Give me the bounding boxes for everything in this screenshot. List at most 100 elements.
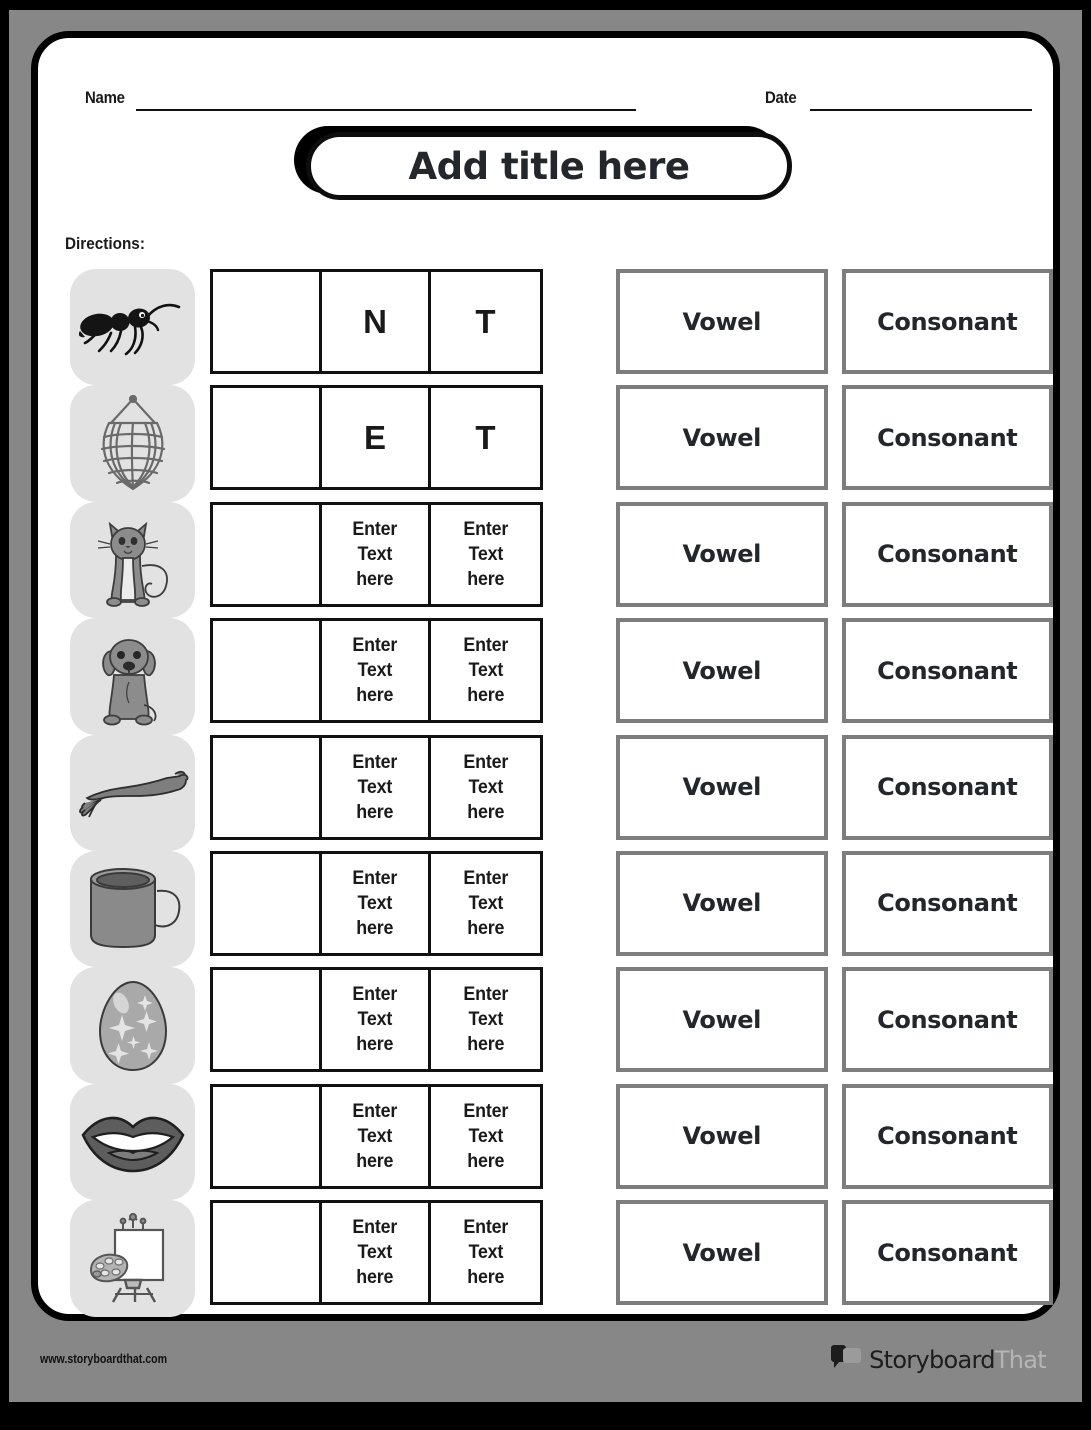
name-label: Name [85,88,125,107]
choice-label: Consonant [877,773,1018,802]
date-input-line[interactable] [810,109,1032,111]
page-footer: www.storyboardthat.com Storyboard That [31,1340,1060,1384]
grid-cell-blank[interactable] [213,621,323,721]
grid-cell-text: Enter Text here [463,984,508,1056]
grid-cell-placeholder[interactable]: Enter Text here [322,737,432,837]
choice-label: Consonant [877,1238,1018,1267]
grid-cell-placeholder[interactable]: Enter Text here [322,1086,432,1186]
grid-cell-placeholder[interactable]: Enter Text here [431,738,540,837]
grid-cell-text: Enter Text here [463,1217,508,1289]
choice-consonant[interactable]: Consonant [841,1083,1053,1189]
date-label: Date [765,88,797,107]
grid-cell-placeholder[interactable]: Enter Text here [431,854,540,953]
grid-cell-letter[interactable]: N [322,272,432,371]
choice-label: Vowel [682,423,762,452]
title-pill[interactable]: Add title here [306,132,792,200]
grid-cell-blank[interactable] [213,737,323,837]
choice-vowel[interactable]: Vowel [616,1083,828,1189]
grid-cell-text: Enter Text here [352,1100,398,1172]
choice-consonant[interactable]: Consonant [841,618,1053,724]
choice-vowel[interactable]: Vowel [616,385,828,491]
dog-icon [101,639,156,726]
image-tile-dog [70,618,195,735]
image-column [70,269,195,1317]
easel-icon [89,1213,164,1303]
choice-row: Vowel Consonant [616,385,1053,491]
choice-consonant[interactable]: Consonant [841,734,1053,840]
choice-row: Vowel Consonant [616,269,1053,374]
grid-cell-placeholder[interactable]: Enter Text here [431,505,540,604]
choice-row: Vowel Consonant [616,1200,1053,1306]
table-row: Enter Text here Enter Text here [210,501,543,607]
speech-bubble-icon [831,1345,862,1368]
grid-cell-text: Enter Text here [463,751,508,823]
grid-cell-placeholder[interactable]: Enter Text here [322,504,432,604]
grid-cell-blank[interactable] [213,272,323,371]
grid-cell-placeholder[interactable]: Enter Text here [431,1087,540,1186]
footer-url[interactable]: www.storyboardthat.com [40,1352,167,1366]
table-row: N T [210,269,543,374]
grid-cell-placeholder[interactable]: Enter Text here [431,621,540,720]
grid-cell-placeholder[interactable]: Enter Text here [431,970,540,1069]
lips-icon [80,1116,185,1173]
grid-cell-text: Enter Text here [463,1100,508,1172]
grid-cell-blank[interactable] [213,1086,323,1186]
directions-label: Directions: [65,234,145,253]
grid-cell-placeholder[interactable]: Enter Text here [322,621,432,721]
choice-column: Vowel Consonant Vowel Consonant Vowel Co… [616,269,1053,1317]
grid-cell-blank[interactable] [213,504,323,604]
choice-vowel[interactable]: Vowel [616,734,828,840]
table-row: Enter Text here Enter Text here [210,618,543,724]
grid-cell-blank[interactable] [213,1203,323,1303]
choice-consonant[interactable]: Consonant [841,1200,1053,1306]
brand-secondary: That [994,1346,1047,1374]
choice-row: Vowel Consonant [616,850,1053,956]
image-tile-arm [70,734,195,851]
image-tile-ant [70,269,195,386]
choice-consonant[interactable]: Consonant [841,850,1053,956]
table-row: Enter Text here Enter Text here [210,850,543,956]
choice-consonant[interactable]: Consonant [841,967,1053,1073]
storyboardthat-logo[interactable]: Storyboard That [830,1343,1047,1377]
grid-cell-placeholder[interactable]: Enter Text here [322,853,432,953]
choice-vowel[interactable]: Vowel [616,618,828,724]
grid-cell-placeholder[interactable]: Enter Text here [431,1203,540,1302]
choice-consonant[interactable]: Consonant [841,385,1053,491]
table-row: Enter Text here Enter Text here [210,734,543,840]
choice-consonant[interactable]: Consonant [841,501,1053,607]
grid-cell-blank[interactable] [213,970,323,1070]
choice-label: Vowel [682,656,762,685]
table-row: E T [210,385,543,491]
grid-cell-letter[interactable]: E [322,388,432,488]
choice-row: Vowel Consonant [616,734,1053,840]
choice-label: Vowel [682,889,762,918]
choice-vowel[interactable]: Vowel [616,967,828,1073]
choice-vowel[interactable]: Vowel [616,1200,828,1306]
table-row: Enter Text here Enter Text here [210,967,543,1073]
grid-cell-placeholder[interactable]: Enter Text here [322,1203,432,1303]
choice-label: Consonant [877,1005,1018,1034]
grid-cell-text: T [475,302,496,340]
grid-cell-letter[interactable]: T [431,272,540,371]
grid-cell-blank[interactable] [213,388,323,488]
grid-cell-text: Enter Text here [463,518,508,590]
image-tile-net [70,385,195,502]
choice-vowel[interactable]: Vowel [616,850,828,956]
grid-cell-blank[interactable] [213,853,323,953]
grid-cell-letter[interactable]: T [431,388,540,487]
choice-row: Vowel Consonant [616,1083,1053,1189]
cat-icon [97,521,168,607]
grid-cell-text: Enter Text here [463,635,508,707]
title-field[interactable]: Add title here [294,126,794,206]
image-tile-egg [70,967,195,1084]
grid-cell-placeholder[interactable]: Enter Text here [322,970,432,1070]
choice-consonant[interactable]: Consonant [841,269,1053,374]
choice-vowel[interactable]: Vowel [616,501,828,607]
image-tile-cat [70,501,195,619]
grid-cell-text: T [475,418,496,456]
grid-cell-text: Enter Text here [352,984,398,1056]
name-input-line[interactable] [136,109,636,111]
grid-cell-text: Enter Text here [352,1217,398,1289]
grid-cell-text: Enter Text here [352,867,398,939]
choice-vowel[interactable]: Vowel [616,269,828,374]
